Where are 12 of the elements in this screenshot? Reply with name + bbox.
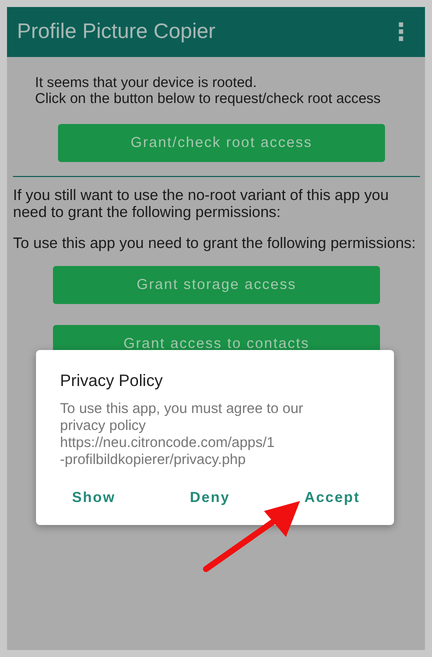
root-access-button[interactable]: Grant/check root access [58,124,385,162]
dialog-action-button[interactable]: Show [62,486,126,510]
root-notice-text: It seems that your device is rooted. Click on the button below to request/check root access [35,75,382,107]
app-title: Profile Picture Copier [17,20,216,44]
dialog-action-button[interactable]: Accept [294,486,370,510]
dialog-title: Privacy Policy [60,372,164,391]
menu-button[interactable]: ⋮ [385,18,417,46]
no-root-text: If you still want to use the no-root variant of this app you need to grant the following permissions: [13,187,390,221]
permission-button[interactable]: Grant storage access [53,266,380,304]
dialog-message: To use this app, you must agree to our privacy policy https://neu.citroncode.com/apps/1 -profilbildkopierer/privacy.php [60,401,304,469]
permissions-text: To use this app you need to grant the following permissions: [13,235,417,252]
dialog-action-button[interactable]: Deny [180,486,240,510]
